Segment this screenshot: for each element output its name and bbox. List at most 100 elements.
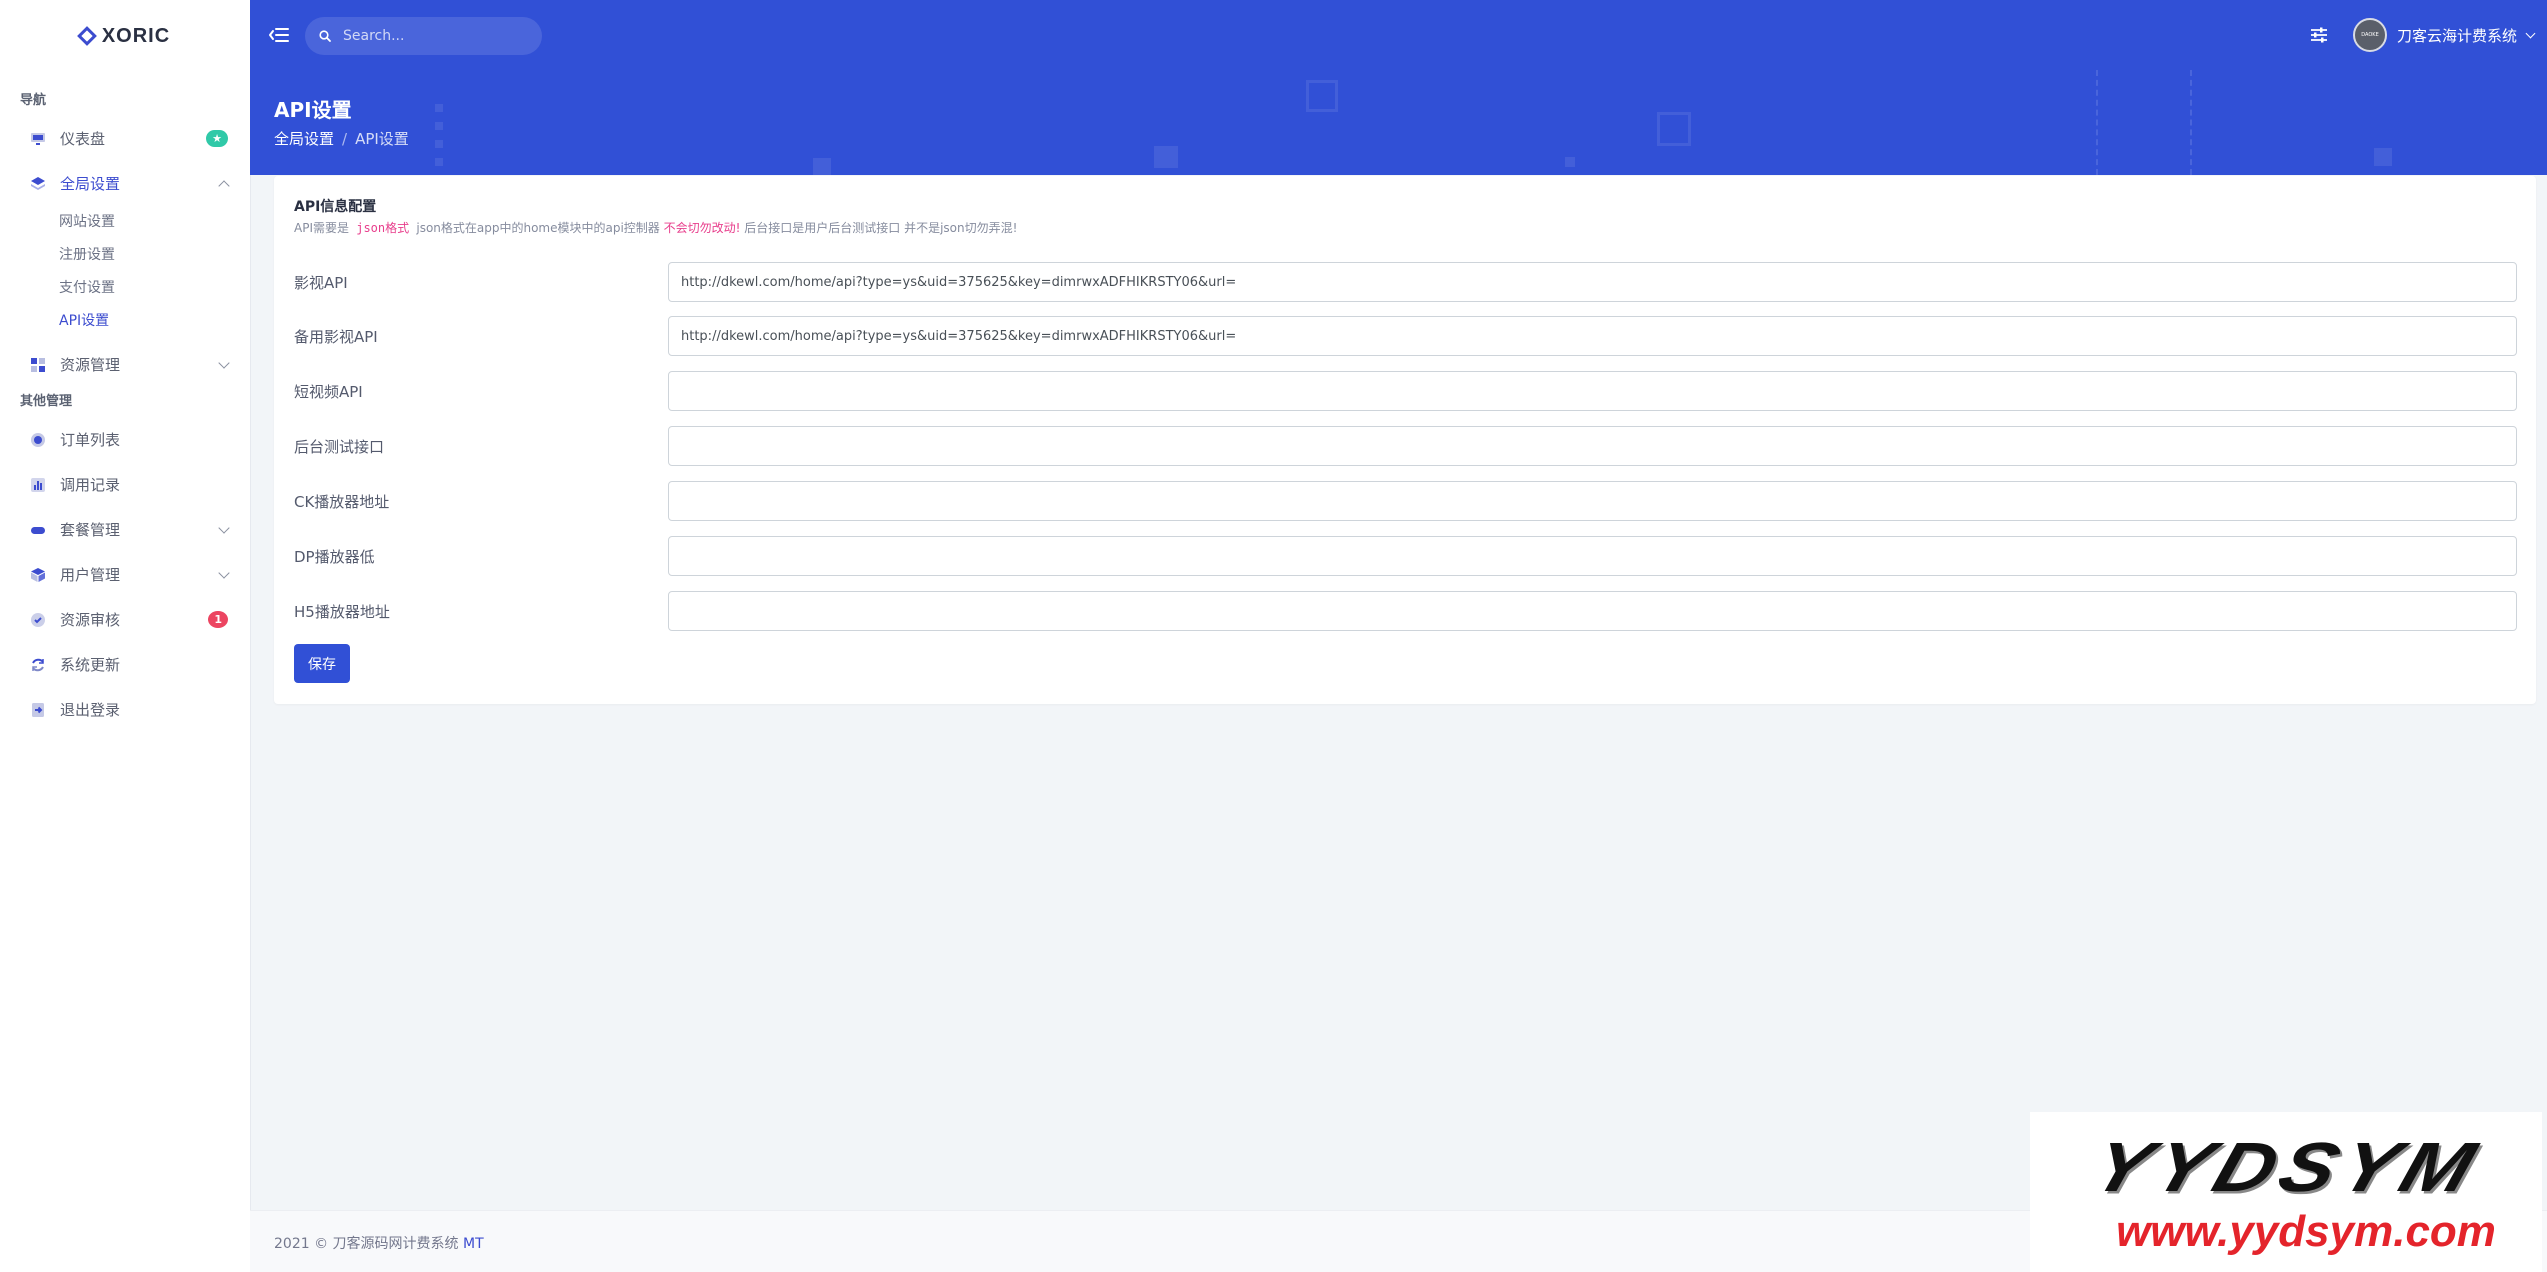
bar-chart-icon — [30, 477, 46, 493]
decor-square — [2374, 148, 2392, 166]
sidebar-item-label: 仪表盘 — [60, 130, 106, 148]
layers-icon — [30, 176, 46, 192]
dashboard-badge: ★ — [206, 130, 228, 147]
review-count-badge: 1 — [208, 611, 228, 628]
video-api-input[interactable] — [668, 262, 2517, 302]
menu-toggle-button[interactable] — [268, 24, 290, 46]
decor-dashed-line — [2190, 70, 2192, 175]
sidebar-item-global-settings[interactable]: 全局设置 — [0, 161, 250, 206]
form-row-video-api: 影视API — [274, 262, 2536, 302]
desc-warning: 不会切勿改动! — [659, 221, 745, 235]
decor-square — [1154, 146, 1178, 168]
decor-square — [435, 158, 443, 166]
field-label: 后台测试接口 — [294, 438, 385, 456]
search-icon — [319, 30, 331, 42]
breadcrumb-separator: / — [342, 130, 348, 148]
search-input[interactable] — [341, 27, 525, 45]
page-title: API设置 — [274, 98, 352, 122]
sidebar-item-users[interactable]: 用户管理 — [0, 552, 250, 597]
decor-square — [1306, 80, 1338, 112]
sidebar-subitem-register-settings[interactable]: 注册设置 — [0, 239, 250, 272]
field-label: 短视频API — [294, 383, 363, 401]
sidebar-item-label: 系统更新 — [60, 656, 121, 674]
sidebar-item-packages[interactable]: 套餐管理 — [0, 507, 250, 552]
field-label: 影视API — [294, 274, 348, 292]
api-config-card: API信息配置 API需要是 json格式 json格式在app中的home模块… — [274, 176, 2536, 704]
sidebar-item-dashboard[interactable]: 仪表盘 ★ — [0, 116, 250, 161]
brand-name: XORIC — [101, 24, 171, 47]
search-bar — [305, 17, 542, 55]
sidebar-item-label: 调用记录 — [60, 476, 121, 494]
decor-square — [435, 122, 443, 130]
brand-logo[interactable]: XORIC — [0, 0, 250, 72]
watermark-logo: YYDSYM — [2082, 1128, 2490, 1207]
target-icon — [30, 432, 46, 448]
chevron-up-icon — [218, 179, 230, 192]
field-label: CK播放器地址 — [294, 493, 390, 511]
refresh-icon — [30, 657, 46, 673]
h5-player-input[interactable] — [668, 591, 2517, 631]
footer-suffix: MT — [462, 1236, 484, 1252]
user-dropdown[interactable]: DAOKE 刀客云海计费系统 — [2353, 18, 2536, 52]
sliders-icon — [2311, 27, 2327, 43]
box-icon — [30, 567, 46, 583]
form-row-h5-player: H5播放器地址 — [274, 591, 2536, 631]
form-row-dp-player: DP播放器低 — [274, 536, 2536, 576]
card-title: API信息配置 — [294, 199, 377, 215]
field-label: H5播放器地址 — [294, 603, 390, 621]
breadcrumb: 全局设置 / API设置 — [274, 128, 409, 149]
breadcrumb-current: API设置 — [355, 130, 409, 148]
decor-dashed-line — [2096, 70, 2098, 175]
sidebar: XORIC 导航 仪表盘 ★ 全局设置 网站设置 注册设置 支付设置 API设置… — [0, 0, 251, 1272]
sidebar-item-resource-review[interactable]: 资源审核 1 — [0, 597, 250, 642]
desc-code-highlight: json格式 — [349, 221, 417, 235]
sidebar-item-label: 订单列表 — [60, 431, 121, 449]
toggle-icon — [30, 522, 46, 538]
sidebar-subitem-site-settings[interactable]: 网站设置 — [0, 206, 250, 239]
sidebar-item-label: 退出登录 — [60, 701, 121, 719]
chevron-down-icon — [218, 566, 230, 579]
sidebar-item-logout[interactable]: 退出登录 — [0, 687, 250, 732]
decor-square — [1565, 157, 1575, 167]
user-name: 刀客云海计费系统 — [2397, 26, 2518, 45]
short-video-api-input[interactable] — [668, 371, 2517, 411]
form-row-short-video-api: 短视频API — [274, 371, 2536, 411]
form-row-backend-test-api: 后台测试接口 — [274, 426, 2536, 466]
desc-middle: json格式在app中的home模块中的api控制器 — [416, 221, 660, 235]
sidebar-item-call-logs[interactable]: 调用记录 — [0, 462, 250, 507]
sidebar-item-label: 资源审核 — [60, 611, 121, 629]
logo-icon — [76, 26, 97, 46]
avatar: DAOKE — [2353, 18, 2387, 52]
backend-test-api-input[interactable] — [668, 426, 2517, 466]
review-icon — [30, 612, 46, 628]
chevron-down-icon — [218, 356, 230, 369]
desc-prefix: API需要是 — [294, 221, 349, 235]
chevron-down-icon — [2525, 28, 2536, 38]
settings-button[interactable] — [2308, 24, 2330, 46]
ck-player-input[interactable] — [668, 481, 2517, 521]
sidebar-item-system-update[interactable]: 系统更新 — [0, 642, 250, 687]
copyright-text: 2021 © 刀客源码网计费系统 — [274, 1236, 463, 1252]
menu-collapse-icon — [269, 28, 289, 42]
menu-section-other: 其他管理 — [20, 394, 73, 409]
form-row-backup-video-api: 备用影视API — [274, 316, 2536, 356]
watermark: YYDSYM www.yydsym.com — [2030, 1112, 2542, 1272]
sidebar-subitem-api-settings[interactable]: API设置 — [0, 305, 250, 338]
grid-icon — [30, 357, 46, 373]
backup-video-api-input[interactable] — [668, 316, 2517, 356]
sidebar-item-label: 用户管理 — [60, 566, 121, 584]
desc-suffix: 后台接口是用户后台测试接口 并不是json切勿弄混! — [744, 221, 1018, 235]
sidebar-subitem-payment-settings[interactable]: 支付设置 — [0, 272, 250, 305]
global-settings-submenu: 网站设置 注册设置 支付设置 API设置 — [0, 206, 250, 342]
breadcrumb-link-global-settings[interactable]: 全局设置 — [274, 130, 334, 148]
sidebar-item-orders[interactable]: 订单列表 — [0, 417, 250, 462]
chevron-down-icon — [218, 521, 230, 534]
decor-square — [435, 104, 443, 112]
sidebar-item-label: 全局设置 — [60, 175, 121, 193]
dp-player-input[interactable] — [668, 536, 2517, 576]
watermark-url: www.yydsym.com — [2116, 1207, 2496, 1256]
sidebar-item-resource-management[interactable]: 资源管理 — [0, 342, 250, 387]
field-label: 备用影视API — [294, 328, 378, 346]
save-button[interactable]: 保存 — [294, 644, 350, 683]
decor-square — [1657, 112, 1691, 146]
